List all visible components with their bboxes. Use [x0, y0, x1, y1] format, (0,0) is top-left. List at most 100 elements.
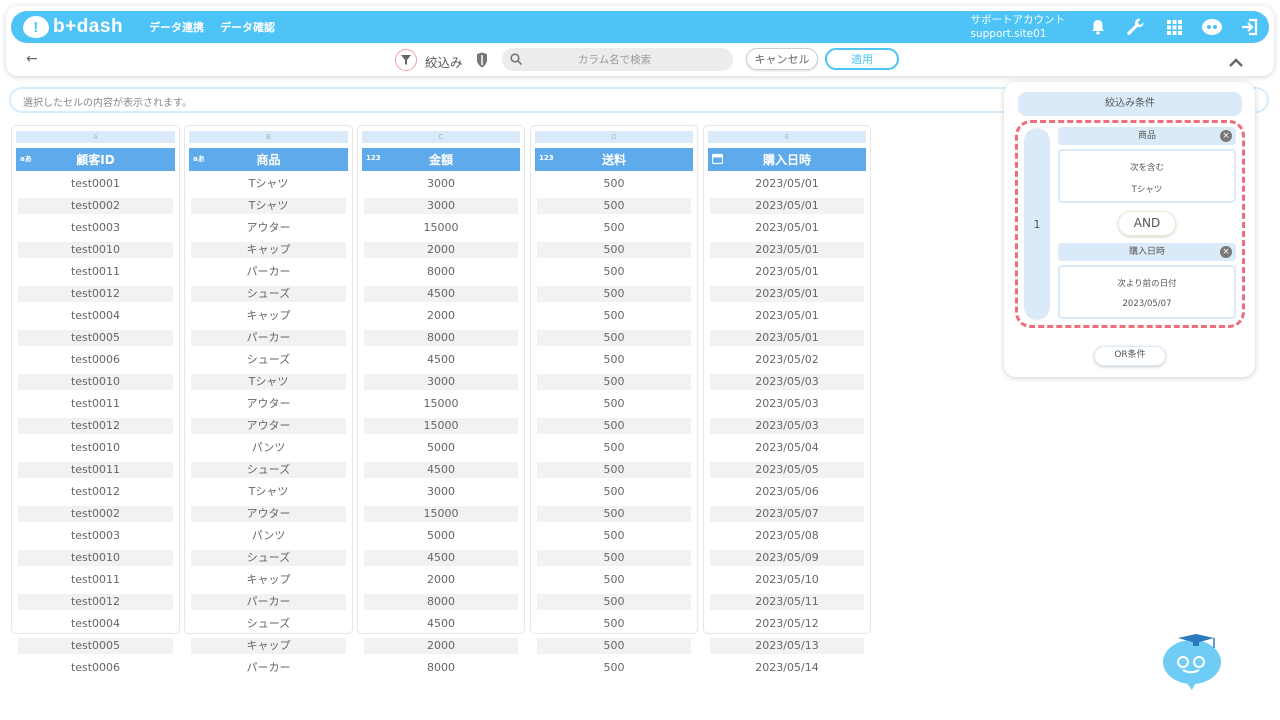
table-cell[interactable]: 15000	[364, 220, 518, 236]
table-cell[interactable]: test0001	[18, 176, 173, 192]
table-cell[interactable]: test0012	[18, 484, 173, 500]
table-cell[interactable]: 500	[537, 462, 691, 478]
table-cell[interactable]: パーカー	[191, 330, 346, 346]
table-cell[interactable]: 500	[537, 330, 691, 346]
table-cell[interactable]: 2023/05/02	[710, 352, 864, 368]
table-cell[interactable]: 8000	[364, 594, 518, 610]
table-cell[interactable]: 500	[537, 440, 691, 456]
table-cell[interactable]: 8000	[364, 264, 518, 280]
table-cell[interactable]: キャップ	[191, 308, 346, 324]
table-cell[interactable]: test0002	[18, 198, 173, 214]
table-cell[interactable]: 500	[537, 506, 691, 522]
table-cell[interactable]: 500	[537, 528, 691, 544]
table-cell[interactable]: test0012	[18, 286, 173, 302]
table-cell[interactable]: パンツ	[191, 440, 346, 456]
table-cell[interactable]: 500	[537, 638, 691, 654]
or-condition-button[interactable]: OR条件	[1094, 346, 1166, 366]
table-cell[interactable]: 2023/05/09	[710, 550, 864, 566]
table-cell[interactable]: 2000	[364, 308, 518, 324]
table-cell[interactable]: test0005	[18, 638, 173, 654]
table-cell[interactable]: 2000	[364, 638, 518, 654]
table-cell[interactable]: 500	[537, 594, 691, 610]
table-cell[interactable]: test0003	[18, 220, 173, 236]
table-cell[interactable]: test0011	[18, 396, 173, 412]
condition-column-header[interactable]: 購入日時 ×	[1058, 243, 1236, 261]
table-cell[interactable]: キャップ	[191, 242, 346, 258]
column-header[interactable]: aあ 顧客ID	[16, 148, 175, 171]
table-cell[interactable]: 5000	[364, 528, 518, 544]
table-cell[interactable]: test0010	[18, 374, 173, 390]
table-cell[interactable]: 500	[537, 198, 691, 214]
brand-logo[interactable]: ! b+dash	[23, 16, 123, 38]
table-cell[interactable]: 2023/05/12	[710, 616, 864, 632]
table-cell[interactable]: 2023/05/10	[710, 572, 864, 588]
table-cell[interactable]: シューズ	[191, 352, 346, 368]
table-cell[interactable]: 15000	[364, 506, 518, 522]
table-cell[interactable]: 500	[537, 484, 691, 500]
table-cell[interactable]: 2023/05/04	[710, 440, 864, 456]
table-cell[interactable]: test0010	[18, 550, 173, 566]
table-cell[interactable]: 2023/05/11	[710, 594, 864, 610]
table-cell[interactable]: test0004	[18, 308, 173, 324]
shield-icon[interactable]	[476, 52, 488, 72]
back-arrow-icon[interactable]: ←	[26, 51, 38, 67]
table-cell[interactable]: シューズ	[191, 286, 346, 302]
table-cell[interactable]: 5000	[364, 440, 518, 456]
table-cell[interactable]: 2000	[364, 242, 518, 258]
condition-body[interactable]: 次を含む Tシャツ	[1058, 149, 1236, 203]
table-cell[interactable]: 3000	[364, 198, 518, 214]
table-cell[interactable]: 500	[537, 374, 691, 390]
table-cell[interactable]: 2023/05/01	[710, 198, 864, 214]
column-header[interactable]: 123 送料	[535, 148, 693, 171]
table-cell[interactable]: 2023/05/03	[710, 374, 864, 390]
logout-icon[interactable]	[1231, 17, 1269, 37]
column-letter[interactable]: E	[708, 131, 866, 143]
table-cell[interactable]: Tシャツ	[191, 176, 346, 192]
brain-icon[interactable]	[1193, 18, 1231, 36]
table-cell[interactable]: test0011	[18, 572, 173, 588]
column-letter[interactable]: B	[189, 131, 348, 143]
bell-icon[interactable]	[1079, 19, 1117, 35]
table-cell[interactable]: 4500	[364, 616, 518, 632]
table-cell[interactable]: アウター	[191, 506, 346, 522]
nav-data-link[interactable]: データ連携	[149, 19, 204, 35]
table-cell[interactable]: test0010	[18, 440, 173, 456]
table-cell[interactable]: 500	[537, 616, 691, 632]
table-cell[interactable]: 2023/05/01	[710, 286, 864, 302]
table-cell[interactable]: 2023/05/01	[710, 242, 864, 258]
table-cell[interactable]: test0012	[18, 418, 173, 434]
nav-data-check[interactable]: データ確認	[220, 19, 275, 35]
table-cell[interactable]: 500	[537, 264, 691, 280]
table-cell[interactable]: test0005	[18, 330, 173, 346]
table-cell[interactable]: 2023/05/01	[710, 176, 864, 192]
table-cell[interactable]: test0002	[18, 506, 173, 522]
table-cell[interactable]: 2023/05/07	[710, 506, 864, 522]
table-cell[interactable]: 2023/05/03	[710, 418, 864, 434]
condition-body[interactable]: 次より前の日付 2023/05/07	[1058, 265, 1236, 319]
table-cell[interactable]: 2023/05/03	[710, 396, 864, 412]
table-cell[interactable]: 15000	[364, 396, 518, 412]
table-cell[interactable]: 500	[537, 572, 691, 588]
table-cell[interactable]: 4500	[364, 550, 518, 566]
table-cell[interactable]: 3000	[364, 176, 518, 192]
column-letter[interactable]: D	[535, 131, 693, 143]
mascot-assistant-icon[interactable]	[1160, 626, 1226, 696]
table-cell[interactable]: アウター	[191, 418, 346, 434]
remove-condition-icon[interactable]: ×	[1220, 246, 1232, 258]
wrench-icon[interactable]	[1117, 17, 1155, 37]
table-cell[interactable]: 500	[537, 286, 691, 302]
table-cell[interactable]: 2023/05/08	[710, 528, 864, 544]
table-cell[interactable]: シューズ	[191, 616, 346, 632]
table-cell[interactable]: 2023/05/14	[710, 660, 864, 676]
table-cell[interactable]: パーカー	[191, 594, 346, 610]
table-cell[interactable]: test0010	[18, 242, 173, 258]
table-cell[interactable]: パーカー	[191, 660, 346, 676]
table-cell[interactable]: test0003	[18, 528, 173, 544]
filter-icon[interactable]	[395, 49, 417, 71]
table-cell[interactable]: 2023/05/06	[710, 484, 864, 500]
table-cell[interactable]: 500	[537, 308, 691, 324]
table-cell[interactable]: 4500	[364, 462, 518, 478]
table-cell[interactable]: 2023/05/01	[710, 308, 864, 324]
table-cell[interactable]: キャップ	[191, 638, 346, 654]
table-cell[interactable]: シューズ	[191, 550, 346, 566]
